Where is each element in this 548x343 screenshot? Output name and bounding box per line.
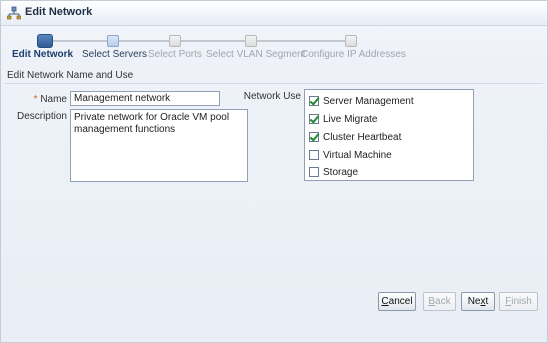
train-stop-select-ports (169, 35, 181, 47)
network-use-option-live-migrate[interactable]: Live Migrate (309, 111, 377, 127)
next-label-pre: Ne (467, 296, 481, 307)
option-label: Cluster Heartbeat (323, 131, 402, 143)
train-stop-select-servers[interactable] (107, 35, 119, 47)
train-label-configure-ip-addresses: Configure IP Addresses (301, 49, 406, 60)
name-input[interactable] (70, 91, 220, 106)
checkbox-storage[interactable] (309, 167, 319, 177)
network-use-option-virtual-machine[interactable]: Virtual Machine (309, 147, 392, 163)
option-label: Server Management (323, 95, 414, 107)
name-label: * Name (21, 94, 67, 105)
dialog-title: Edit Network (25, 6, 93, 18)
cancel-label-rest: ancel (388, 296, 413, 307)
checkbox-server-management[interactable] (309, 96, 319, 106)
checkbox-virtual-machine[interactable] (309, 150, 319, 160)
train-connector (50, 40, 350, 42)
network-icon (7, 6, 21, 20)
description-textarea[interactable]: Private network for Oracle VM pool manag… (70, 109, 248, 182)
section-heading: Edit Network Name and Use (7, 70, 134, 81)
cancel-mnemonic: C (381, 296, 389, 307)
cancel-button[interactable]: Cancel (378, 292, 416, 311)
section-divider (5, 83, 543, 84)
next-button[interactable]: Next (461, 292, 495, 311)
back-label-rest: ack (435, 296, 451, 307)
next-label-rest: t (485, 296, 489, 307)
wizard-train: Edit Network Select Servers Select Ports… (1, 31, 547, 67)
edit-network-dialog: Edit Network Edit Network Select Servers… (0, 0, 548, 343)
train-label-select-ports: Select Ports (148, 49, 202, 60)
required-marker: * (33, 94, 38, 105)
train-label-select-servers[interactable]: Select Servers (82, 49, 147, 60)
network-use-label: Network Use (243, 91, 301, 102)
train-stop-select-vlan-segment (245, 35, 257, 47)
train-stop-configure-ip-addresses (345, 35, 357, 47)
option-label: Virtual Machine (323, 149, 392, 161)
network-use-option-storage[interactable]: Storage (309, 164, 358, 180)
description-label: Description (16, 111, 67, 122)
network-use-option-cluster-heartbeat[interactable]: Cluster Heartbeat (309, 129, 401, 145)
option-label: Storage (323, 166, 359, 178)
option-label: Live Migrate (323, 113, 378, 125)
back-button: Back (423, 292, 456, 311)
network-use-checklist: Server Management Live Migrate Cluster H… (304, 89, 474, 181)
name-label-text: Name (40, 94, 67, 105)
finish-label-rest: inish (511, 296, 532, 307)
train-label-select-vlan-segment: Select VLAN Segment (206, 49, 306, 60)
train-label-edit-network: Edit Network (12, 49, 74, 60)
finish-button: Finish (499, 292, 538, 311)
checkbox-live-migrate[interactable] (309, 114, 319, 124)
train-stop-edit-network (37, 34, 53, 48)
checkbox-cluster-heartbeat[interactable] (309, 132, 319, 142)
network-use-option-server-management[interactable]: Server Management (309, 93, 414, 109)
dialog-titlebar: Edit Network (1, 1, 547, 26)
